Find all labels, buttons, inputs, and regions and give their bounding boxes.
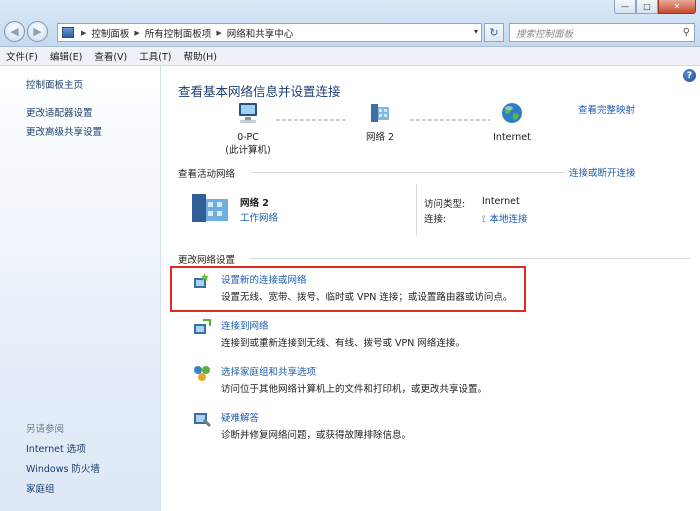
access-type-row: 访问类型: Internet [424, 196, 520, 210]
help-icon[interactable]: ? [683, 69, 696, 82]
back-arrow-icon: ◀ [10, 25, 19, 38]
forward-button[interactable]: ▶ [27, 21, 48, 42]
refresh-button[interactable]: ↻ [484, 23, 504, 42]
back-button[interactable]: ◀ [4, 21, 25, 42]
map-computer-sublabel: (此计算机) [225, 145, 271, 156]
window-titlebar: — □ ✕ ◀ ▶ ▶ 控制面板 ▶ 所有控制面板项 ▶ 网络和共享中心 ▾ ↻ 搜索… [0, 0, 700, 47]
map-network-label: 网络 2 [365, 132, 395, 143]
menu-help[interactable]: 帮助(H) [183, 49, 217, 63]
map-connection-line [276, 119, 346, 121]
ethernet-icon: ⟟ [482, 214, 486, 225]
see-also-heading: 另请参阅 [26, 424, 65, 435]
close-button[interactable]: ✕ [658, 0, 696, 14]
window-controls: — □ ✕ [614, 0, 696, 14]
sidebar-item-advanced-sharing[interactable]: 更改高级共享设置 [26, 124, 102, 138]
navigation-bar: ◀ ▶ ▶ 控制面板 ▶ 所有控制面板项 ▶ 网络和共享中心 ▾ ↻ 搜索控制面板 ⚲ [0, 18, 700, 46]
troubleshoot-desc: 诊断并修复网络问题，或获得故障排除信息。 [221, 430, 412, 441]
search-icon[interactable]: ⚲ [683, 27, 690, 38]
breadcrumb-all-items[interactable]: 所有控制面板项 [145, 26, 212, 40]
connect-network-desc: 连接到或重新连接到无线、有线、拨号或 VPN 网络连接。 [221, 338, 465, 349]
connection-value-wrap: ⟟ 本地连接 [482, 211, 528, 225]
network-type-link[interactable]: 工作网络 [240, 210, 278, 224]
map-node-internet: Internet [488, 102, 536, 145]
active-network-name: 网络 2 [240, 198, 269, 209]
page-title: 查看基本网络信息并设置连接 [178, 84, 341, 99]
view-full-map-link[interactable]: 查看完整映射 [578, 102, 635, 116]
homegroup-desc: 访问位于其他网络计算机上的文件和打印机，或更改共享设置。 [221, 384, 488, 395]
highlight-annotation-box [170, 266, 526, 312]
local-connection-link[interactable]: 本地连接 [490, 214, 528, 225]
divider [250, 172, 565, 173]
active-networks-heading: 查看活动网络 [178, 169, 236, 180]
breadcrumb-network-center[interactable]: 网络和共享中心 [227, 26, 294, 40]
sidebar-item-home[interactable]: 控制面板主页 [26, 77, 83, 91]
map-node-computer: 0-PC (此计算机) [218, 102, 278, 157]
connect-disconnect-link[interactable]: 连接或断开连接 [569, 165, 636, 179]
breadcrumb-separator-icon[interactable]: ▶ [216, 29, 221, 37]
search-placeholder: 搜索控制面板 [516, 28, 574, 40]
forward-arrow-icon: ▶ [33, 25, 42, 38]
work-network-icon[interactable] [190, 190, 230, 224]
address-bar[interactable]: ▶ 控制面板 ▶ 所有控制面板项 ▶ 网络和共享中心 ▾ [57, 23, 482, 42]
map-computer-label: 0-PC [237, 132, 259, 143]
menu-tools[interactable]: 工具(T) [139, 49, 171, 63]
menu-bar: 文件(F) 编辑(E) 查看(V) 工具(T) 帮助(H) [0, 47, 700, 66]
troubleshoot-link[interactable]: 疑难解答 [221, 410, 259, 424]
network-icon [371, 104, 389, 122]
sidebar-item-adapter-settings[interactable]: 更改适配器设置 [26, 105, 93, 119]
homegroup-link[interactable]: 选择家庭组和共享选项 [221, 364, 316, 378]
connect-network-icon [194, 319, 211, 334]
connection-row: 连接: ⟟ 本地连接 [424, 211, 528, 225]
connect-network-link[interactable]: 连接到网络 [221, 318, 269, 332]
refresh-icon: ↻ [489, 26, 499, 39]
map-connection-line [410, 119, 490, 121]
breadcrumb-separator-icon[interactable]: ▶ [134, 29, 139, 37]
vertical-divider [416, 184, 417, 236]
computer-icon [239, 103, 257, 123]
maximize-button[interactable]: □ [636, 0, 658, 14]
breadcrumb-control-panel[interactable]: 控制面板 [91, 26, 129, 40]
menu-file[interactable]: 文件(F) [6, 49, 38, 63]
sidebar-item-internet-options[interactable]: Internet 选项 [26, 441, 86, 455]
troubleshoot-icon [194, 413, 212, 428]
menu-edit[interactable]: 编辑(E) [50, 49, 82, 63]
search-input[interactable]: 搜索控制面板 ⚲ [509, 23, 695, 42]
access-type-label: 访问类型: [424, 199, 466, 210]
change-settings-heading: 更改网络设置 [178, 255, 236, 266]
homegroup-icon [194, 366, 210, 381]
map-node-network: 网络 2 [352, 102, 408, 145]
sidebar-item-homegroup[interactable]: 家庭组 [26, 481, 55, 495]
breadcrumb-separator-icon[interactable]: ▶ [81, 29, 86, 37]
minimize-button[interactable]: — [614, 0, 636, 14]
menu-view[interactable]: 查看(V) [94, 49, 127, 63]
connection-label: 连接: [424, 214, 447, 225]
control-panel-icon [62, 27, 74, 38]
sidebar-item-windows-firewall[interactable]: Windows 防火墙 [26, 461, 100, 475]
divider [250, 258, 690, 259]
map-internet-label: Internet [493, 132, 531, 143]
globe-icon [502, 103, 522, 123]
sidebar: 控制面板主页 更改适配器设置 更改高级共享设置 另请参阅 Internet 选项… [0, 66, 161, 511]
access-type-value: Internet [482, 196, 520, 207]
address-dropdown-icon[interactable]: ▾ [474, 27, 478, 36]
